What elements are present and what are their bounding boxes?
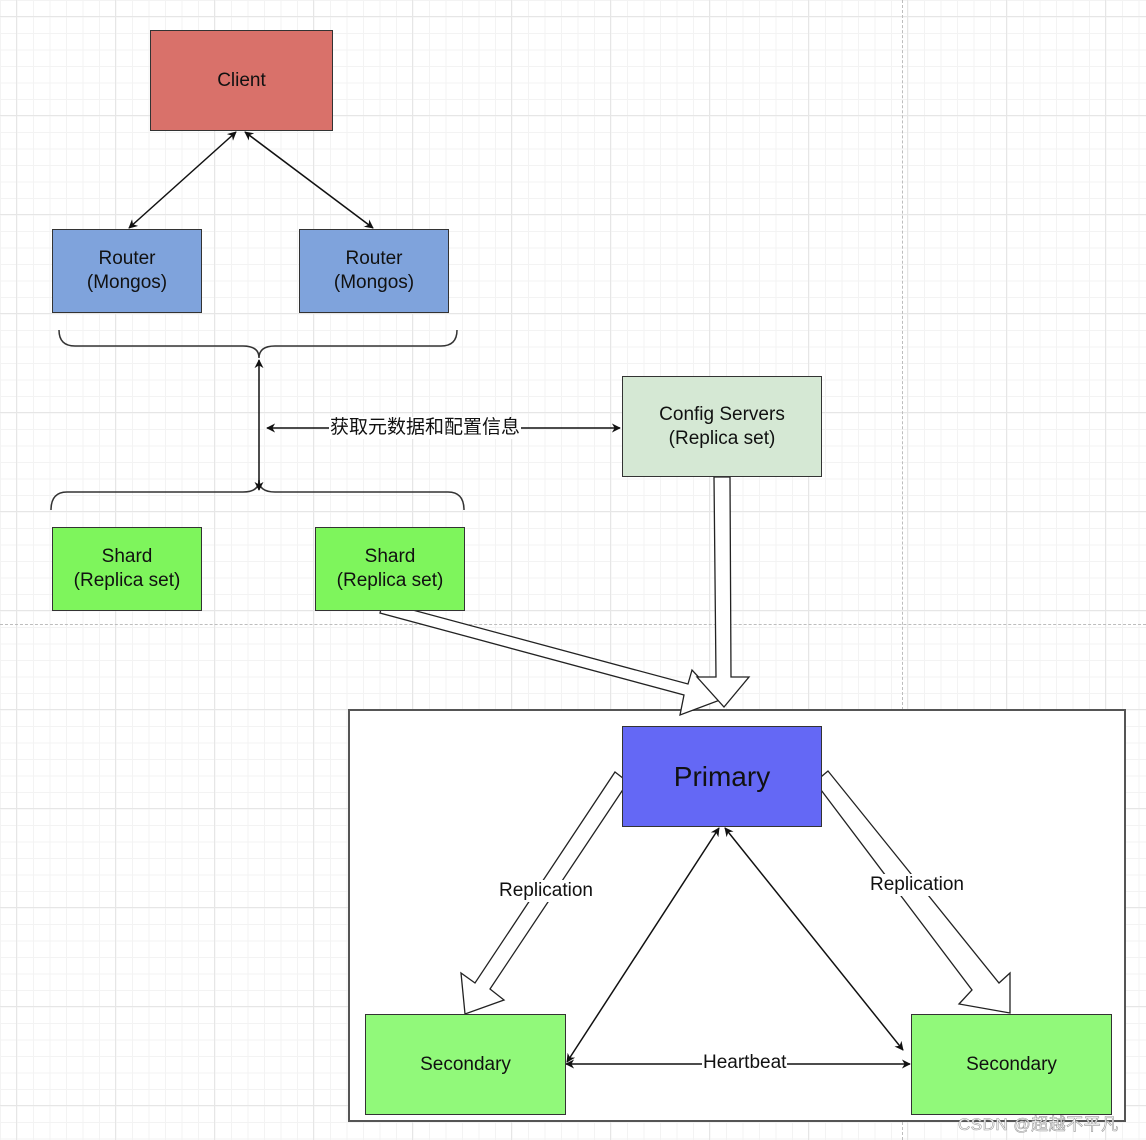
edge-client-router-right[interactable] [244,131,374,229]
replication-right-label: Replication [869,874,965,896]
secondary-node-left[interactable]: Secondary [365,1014,566,1115]
router-node-left[interactable]: Router (Mongos) [52,229,202,313]
replication-left-label: Replication [498,880,594,902]
shard-node-left[interactable]: Shard (Replica set) [52,527,202,611]
heartbeat-label: Heartbeat [702,1052,788,1074]
routers-group-brace [58,329,458,359]
metadata-edge-label: 获取元数据和配置信息 [329,417,522,439]
shard-node-right[interactable]: Shard (Replica set) [315,527,465,611]
watermark: CSDN @超越不平凡 [958,1115,1119,1135]
router-left-subtitle: (Mongos) [86,272,168,293]
shard-left-title: Shard [101,546,153,567]
edge-primary-secondary-left[interactable] [566,827,720,1063]
shards-group-brace [50,479,465,511]
block-arrow-shard-to-replica-set[interactable] [379,601,722,717]
client-node[interactable]: Client [150,30,333,131]
secondary-node-right[interactable]: Secondary [911,1014,1112,1115]
edge-client-router-left[interactable] [128,131,237,229]
shard-left-subtitle: (Replica set) [73,570,181,591]
client-label: Client [217,69,266,91]
shard-right-subtitle: (Replica set) [336,570,444,591]
config-servers-node[interactable]: Config Servers (Replica set) [622,376,822,477]
router-right-subtitle: (Mongos) [333,272,415,293]
primary-node[interactable]: Primary [622,726,822,827]
shard-right-title: Shard [364,546,416,567]
router-right-title: Router [345,248,403,269]
primary-label: Primary [673,760,771,792]
secondary-right-label: Secondary [966,1053,1057,1075]
secondary-left-label: Secondary [420,1053,511,1075]
config-servers-subtitle: (Replica set) [668,427,776,449]
config-servers-title: Config Servers [659,403,785,425]
block-arrow-config-to-replica-set[interactable] [695,476,751,708]
router-left-title: Router [98,248,156,269]
router-node-right[interactable]: Router (Mongos) [299,229,449,313]
